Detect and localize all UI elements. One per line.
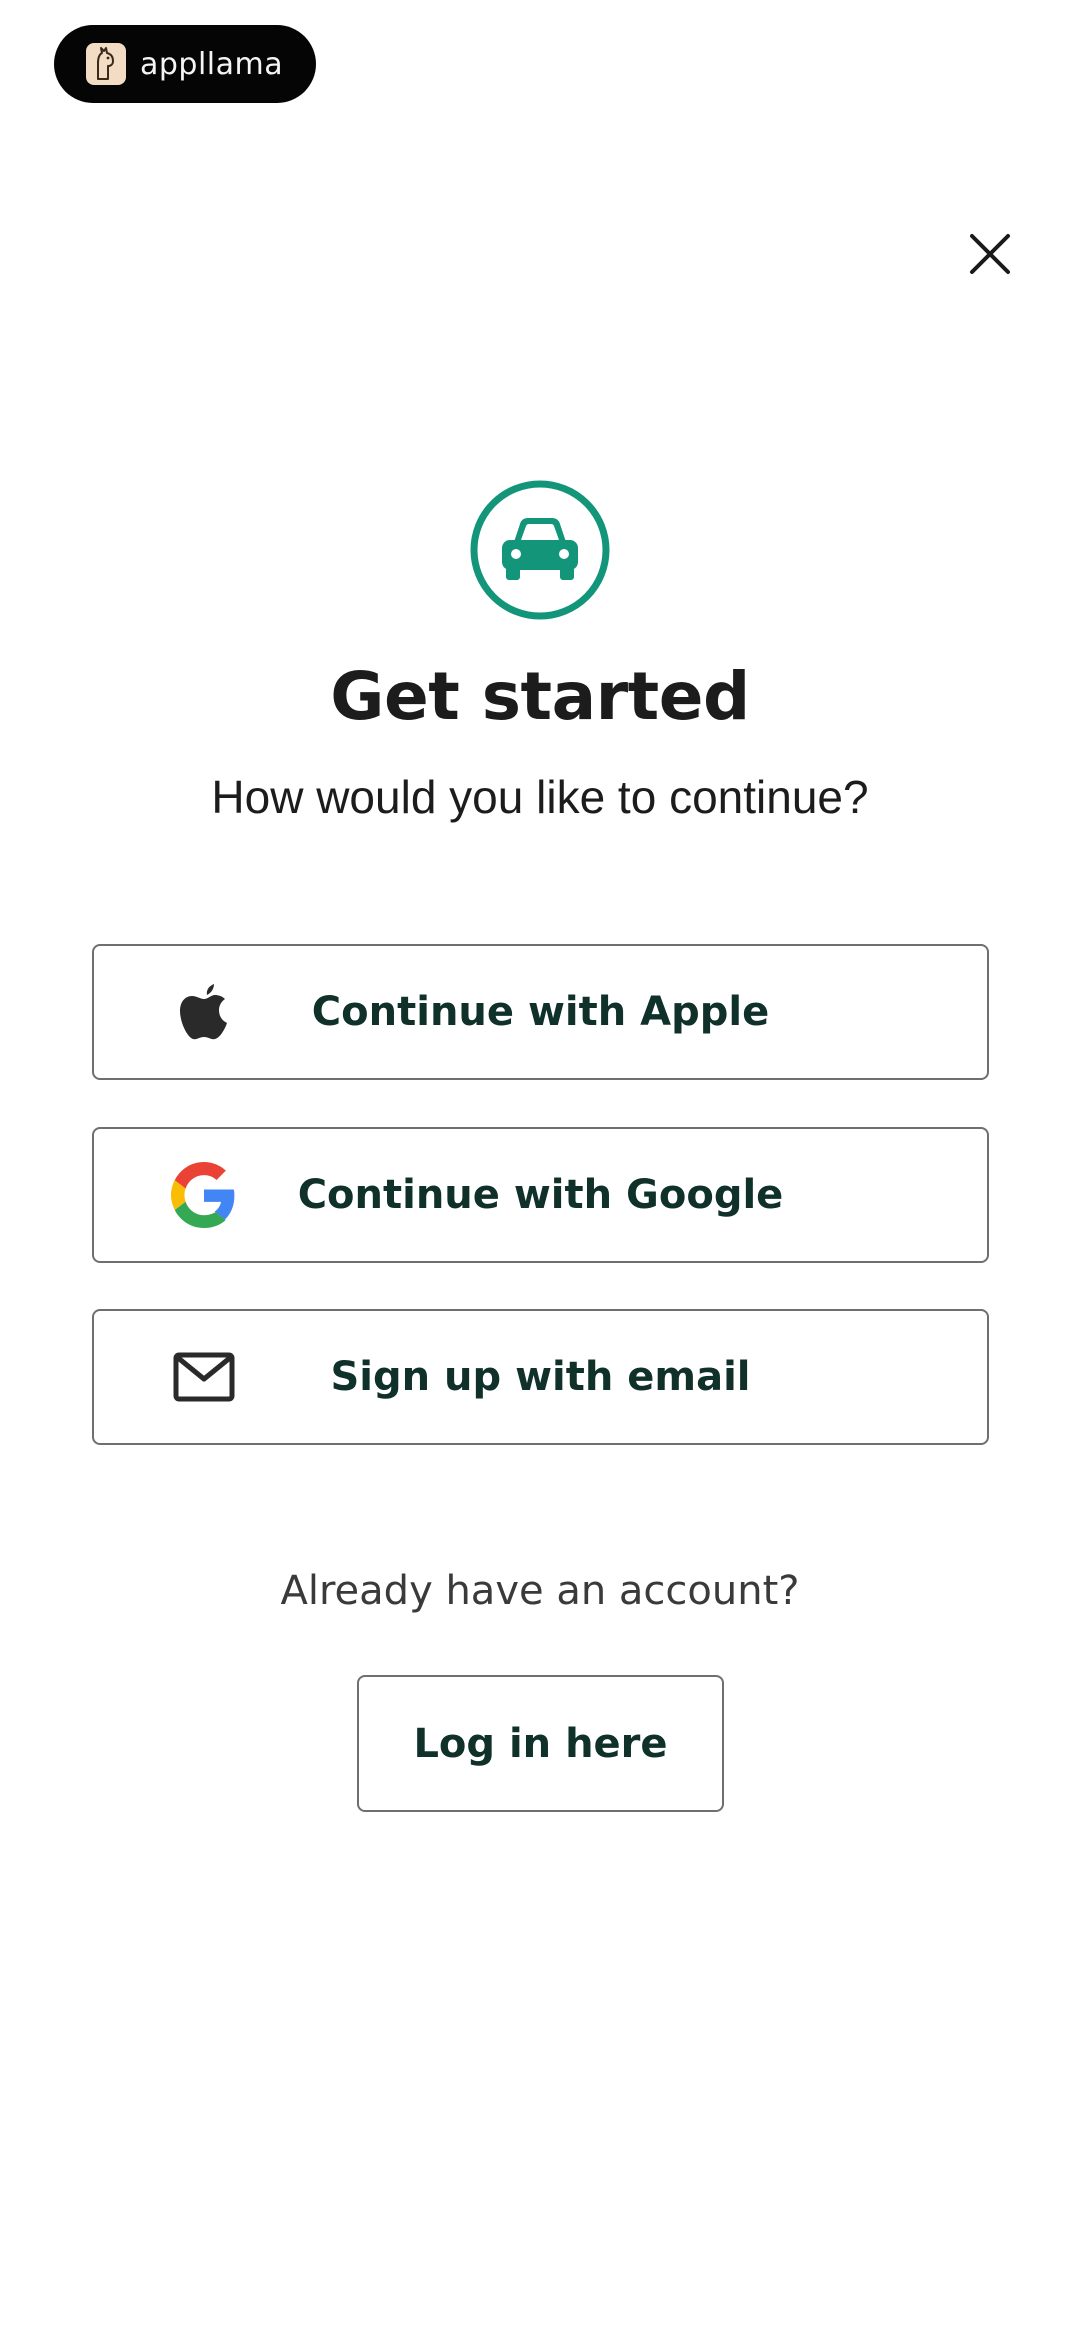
log-in-button[interactable]: Log in here <box>357 1675 724 1812</box>
brand-badge: appllama <box>54 25 316 103</box>
sign-up-with-email-button[interactable]: Sign up with email <box>92 1309 989 1445</box>
continue-with-apple-label: Continue with Apple <box>311 989 770 1035</box>
page-title: Get started <box>330 658 750 735</box>
brand-name: appllama <box>140 46 284 82</box>
close-button[interactable] <box>962 226 1018 282</box>
continue-with-google-label: Continue with Google <box>297 1172 784 1218</box>
page-subtitle: How would you like to continue? <box>211 771 869 823</box>
sign-up-with-email-label: Sign up with email <box>330 1354 751 1400</box>
continue-with-google-button[interactable]: Continue with Google <box>92 1127 989 1263</box>
continue-with-apple-button[interactable]: Continue with Apple <box>92 944 989 1080</box>
llama-logo-icon <box>86 43 126 85</box>
already-have-account-text: Already have an account? <box>280 1568 800 1614</box>
close-icon <box>970 234 1010 274</box>
car-icon <box>470 480 610 620</box>
